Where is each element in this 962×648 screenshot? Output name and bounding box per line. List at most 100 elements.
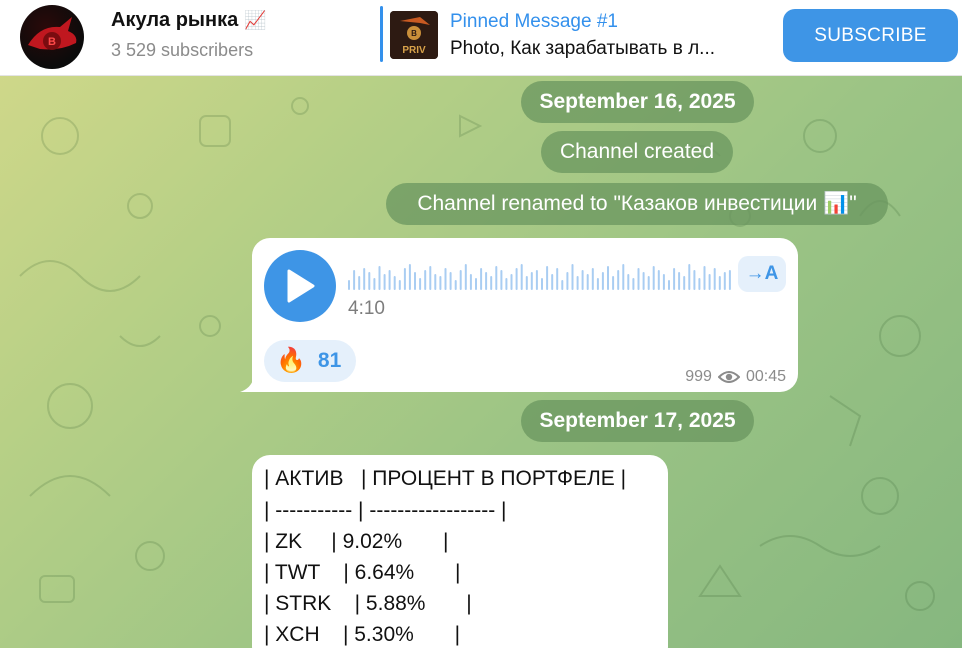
pinned-thumbnail[interactable]: B PRIV — [390, 11, 438, 59]
waveform-bar — [708, 274, 711, 290]
waveform-bar — [693, 270, 696, 290]
waveform-bar — [668, 280, 670, 290]
waveform-bar — [591, 268, 594, 290]
waveform-bar — [510, 274, 513, 290]
waveform-bar — [449, 272, 452, 290]
waveform-bar — [673, 268, 676, 290]
waveform-bar — [424, 270, 427, 290]
message-text-line: | ZK | 9.02% | — [264, 530, 449, 553]
pinned-thumb-text: PRIV — [402, 45, 426, 56]
waveform-bar — [723, 272, 726, 290]
pinned-message-preview[interactable]: Photo, Как зарабатывать в л... — [450, 38, 750, 60]
waveform-bar — [475, 278, 477, 290]
waveform-bar — [480, 268, 483, 290]
waveform-bar — [718, 276, 721, 290]
fire-icon: 🔥 — [276, 347, 306, 374]
waveform-bar — [378, 266, 381, 290]
waveform-bar — [530, 272, 533, 290]
svg-text:B: B — [48, 36, 56, 48]
voice-waveform[interactable] — [348, 260, 734, 290]
waveform-bar — [607, 266, 609, 290]
waveform-bar — [398, 280, 401, 290]
message-time: 00:45 — [745, 368, 786, 385]
date-separator: September 16, 2025 — [521, 81, 754, 123]
waveform-bar — [728, 270, 731, 290]
waveform-bar — [627, 274, 630, 290]
pinned-message-title[interactable]: Pinned Message #1 — [450, 11, 618, 33]
waveform-bar — [444, 268, 447, 290]
date-separator: September 17, 2025 — [521, 400, 754, 442]
waveform-bar — [464, 264, 467, 290]
waveform-bar — [652, 266, 655, 290]
waveform-bar — [683, 276, 686, 290]
waveform-bar — [541, 278, 543, 290]
reaction-count: 81 — [317, 349, 342, 372]
waveform-bar — [439, 276, 442, 290]
waveform-bar — [586, 274, 589, 290]
waveform-bar — [546, 266, 549, 290]
priv-logo-icon: B PRIV — [390, 11, 438, 59]
waveform-bar — [657, 270, 660, 290]
waveform-bar — [581, 270, 584, 290]
waveform-bar — [408, 264, 411, 290]
waveform-bar — [678, 272, 681, 290]
eye-icon — [717, 371, 740, 383]
waveform-bar — [698, 278, 701, 290]
waveform-bar — [505, 278, 508, 290]
waveform-bar — [688, 264, 691, 290]
channel-avatar[interactable]: B — [20, 5, 84, 69]
waveform-bar — [485, 272, 488, 290]
reaction-fire[interactable]: 🔥 81 — [264, 340, 356, 382]
shark-logo-icon: B — [28, 17, 77, 50]
waveform-bar — [515, 268, 518, 290]
waveform-bar — [551, 274, 554, 290]
waveform-bar — [525, 276, 528, 290]
channel-header: B Акула рынка 📈 3 529 subscribers B PRIV … — [0, 0, 962, 76]
waveform-bar — [358, 276, 361, 290]
subscribe-button[interactable]: SUBSCRIBE — [783, 9, 958, 62]
message-text-line: | XCH | 5.30% | — [264, 623, 461, 646]
waveform-bar — [571, 264, 574, 290]
waveform-bar — [647, 276, 650, 290]
waveform-bar — [414, 272, 416, 290]
waveform-bar — [419, 278, 422, 290]
transcribe-button[interactable]: →A — [738, 256, 786, 292]
waveform-bar — [556, 268, 559, 290]
channel-title[interactable]: Акула рынка 📈 — [111, 9, 267, 32]
waveform-bar — [454, 280, 457, 290]
waveform-bar — [566, 272, 569, 290]
waveform-bar — [388, 270, 391, 290]
subscriber-count: 3 529 subscribers — [111, 40, 254, 60]
waveform-bar — [373, 278, 376, 290]
play-button[interactable] — [264, 250, 336, 322]
chart-up-icon: 📈 — [244, 10, 267, 30]
waveform-bar — [601, 272, 604, 290]
waveform-bar — [429, 266, 432, 290]
service-message-renamed: Channel renamed to "Казаков инвестиции 📊… — [386, 183, 888, 225]
waveform-bar — [383, 274, 386, 290]
message-text-line: | ----------- | ------------------ | — [264, 499, 507, 522]
play-icon — [287, 269, 315, 303]
voice-message-bubble: 4:10 →A 🔥 81 999 00:45 — [252, 238, 798, 392]
waveform-bar — [434, 274, 437, 290]
view-count: 999 — [685, 368, 712, 385]
waveform-bar — [596, 278, 599, 290]
waveform-bar — [363, 268, 366, 290]
channel-title-text: Акула рынка — [111, 9, 239, 31]
waveform-bar — [469, 274, 472, 290]
text-message-bubble: | АКТИВ | ПРОЦЕНТ В ПОРТФЕЛЕ | | -------… — [252, 455, 668, 648]
waveform-bar — [520, 264, 523, 290]
waveform-bar — [632, 278, 635, 290]
waveform-bar — [561, 280, 564, 290]
voice-duration: 4:10 — [348, 298, 385, 319]
message-text-line: | АКТИВ | ПРОЦЕНТ В ПОРТФЕЛЕ | — [264, 467, 627, 490]
message-text-line: | STRK | 5.88% | — [264, 592, 472, 615]
waveform-bar — [612, 276, 615, 290]
waveform-bar — [490, 276, 493, 290]
svg-text:B: B — [411, 29, 417, 38]
service-message-created: Channel created — [541, 131, 733, 173]
waveform-bar — [642, 272, 645, 290]
pinned-indicator — [380, 6, 383, 62]
transcribe-icon: →A — [745, 263, 779, 284]
waveform-bar — [393, 276, 396, 290]
